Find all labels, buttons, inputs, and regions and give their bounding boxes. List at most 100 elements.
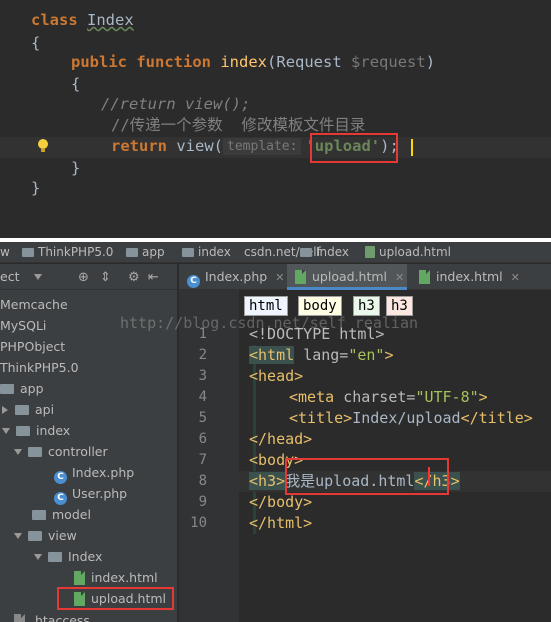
html-file-icon: [74, 571, 85, 585]
code-line-4: {: [71, 74, 80, 95]
line-number: 5: [198, 410, 207, 426]
tree-item-file[interactable]: C User.php: [54, 483, 127, 505]
tree-item-Index-folder[interactable]: Index: [34, 546, 102, 567]
paren: ): [425, 53, 436, 71]
tree-item-file[interactable]: .htaccess: [14, 610, 90, 622]
tree-item-index[interactable]: index: [0, 420, 70, 441]
function-call[interactable]: view: [176, 137, 213, 155]
folder-icon: [300, 248, 312, 257]
navigation-breadcrumb: w ThinkPHP5.0 app index csdn.net/self In…: [0, 242, 551, 263]
editor-line-10: </html>: [249, 514, 313, 532]
line-number-gutter: 1 2 3 4 5 6 7 8 9 10: [179, 290, 256, 622]
sidebar-header: ect ⊕ ⇕ ⚙ ⇤: [0, 264, 178, 290]
sidebar-title[interactable]: ect: [0, 269, 19, 284]
code-line-9: }: [31, 178, 40, 199]
editor-line-5: <title>Index/upload</title>: [289, 409, 533, 427]
brace: {: [71, 75, 81, 93]
parameter-hint: template:: [223, 138, 302, 155]
breadcrumb-item[interactable]: upload.html: [365, 242, 451, 262]
paren: (: [267, 53, 277, 71]
close-icon[interactable]: ✕: [395, 271, 404, 284]
breadcrumb-item[interactable]: w: [0, 242, 10, 262]
file-icon: [14, 614, 25, 622]
function-name[interactable]: index: [220, 53, 267, 71]
tab-index-html[interactable]: index.html ✕: [411, 264, 531, 290]
editor-line-4: <meta charset="UTF-8">: [289, 388, 488, 406]
tag-breadcrumb-h3-inner[interactable]: h3: [386, 296, 413, 316]
collapse-icon[interactable]: ⇕: [100, 270, 111, 285]
chevron-down-icon[interactable]: [14, 449, 22, 455]
tree-item[interactable]: PHPObject: [0, 336, 65, 357]
tree-item[interactable]: MySQLi: [0, 315, 46, 336]
tag-breadcrumb-h3[interactable]: h3: [353, 296, 380, 316]
line-number: 3: [198, 368, 207, 384]
paren: (: [213, 137, 224, 155]
top-code-panel: class Index { public function index(Requ…: [0, 0, 551, 238]
param-variable: $request: [351, 53, 426, 71]
chevron-down-icon[interactable]: [34, 554, 42, 560]
tree-item[interactable]: Memcache: [0, 294, 68, 315]
brace: }: [31, 179, 41, 197]
text-caret: [411, 139, 413, 156]
keyword-public: public: [71, 53, 127, 71]
line-number: 7: [198, 452, 207, 468]
tag-breadcrumb-html[interactable]: html: [244, 296, 288, 316]
tree-item-file[interactable]: index.html: [74, 567, 158, 588]
line-number: 8: [198, 473, 207, 489]
chevron-down-icon[interactable]: [34, 274, 42, 280]
code-line-8: }: [71, 158, 80, 179]
code-line-3: public function index(Request $request): [71, 52, 435, 73]
tab-upload-html[interactable]: upload.html ✕: [287, 264, 407, 290]
folder-icon: [182, 248, 194, 257]
watermark: http://blog.csdn.net/self_realian: [120, 314, 419, 332]
highlight-box-sidebar: [57, 587, 174, 610]
tree-item-app[interactable]: app: [0, 378, 44, 399]
tree-item-controller[interactable]: controller: [14, 441, 108, 462]
folder-icon: [126, 248, 138, 257]
tree-item-model[interactable]: model: [32, 504, 91, 525]
tree-item[interactable]: ThinkPHP5.0: [0, 357, 79, 378]
tag-breadcrumb-body[interactable]: body: [298, 296, 342, 316]
folder-icon: [28, 531, 42, 541]
breadcrumb-item[interactable]: index: [182, 242, 231, 262]
line-number: 4: [198, 389, 207, 405]
hide-icon[interactable]: ⇤: [148, 270, 159, 285]
ide-window: w ThinkPHP5.0 app index csdn.net/self In…: [0, 242, 551, 622]
lightbulb-icon[interactable]: [36, 138, 50, 154]
sync-icon[interactable]: ⊕: [78, 270, 89, 285]
folder-icon: [15, 405, 29, 415]
folder-icon: [28, 447, 42, 457]
folder-icon: [0, 384, 14, 394]
html-file-icon: [295, 270, 306, 284]
chevron-down-icon[interactable]: [14, 533, 22, 539]
line-number: 10: [190, 515, 207, 531]
breadcrumb-item[interactable]: ThinkPHP5.0: [22, 242, 113, 262]
close-icon[interactable]: ✕: [511, 271, 520, 284]
breadcrumb-item[interactable]: Index: [300, 242, 349, 262]
line-number: 9: [198, 494, 207, 510]
comment-chinese: //传递一个参数 修改模板文件目录: [111, 116, 366, 134]
gear-icon[interactable]: ⚙: [128, 270, 140, 285]
code-editor[interactable]: <!DOCTYPE html> <html lang="en"> <head> …: [239, 290, 551, 622]
tree-item-view[interactable]: view: [14, 525, 77, 546]
folder-icon: [32, 510, 46, 520]
html-file-icon: [365, 246, 375, 258]
brace: {: [31, 34, 41, 52]
line-number: 6: [198, 431, 207, 447]
editor-line-2: <html lang="en">: [249, 346, 394, 364]
brace: }: [71, 159, 81, 177]
breadcrumb-item[interactable]: app: [126, 242, 165, 262]
editor-tabs: C Index.php ✕ upload.html ✕ index.html ✕: [179, 264, 551, 290]
tab-index-php[interactable]: C Index.php ✕: [179, 264, 287, 290]
tree-item-api[interactable]: api: [0, 399, 54, 420]
close-icon[interactable]: ✕: [275, 271, 284, 284]
chevron-right-icon[interactable]: [2, 406, 8, 414]
keyword-return: return: [111, 137, 167, 155]
php-class-icon: C: [187, 275, 200, 288]
param-type: Request: [276, 53, 342, 71]
tree-item-file[interactable]: C Index.php: [54, 462, 134, 484]
editor-line-3: <head>: [249, 367, 304, 385]
chevron-down-icon[interactable]: [2, 428, 10, 434]
code-line-1: class Index: [31, 10, 134, 31]
class-name[interactable]: Index: [87, 11, 134, 29]
